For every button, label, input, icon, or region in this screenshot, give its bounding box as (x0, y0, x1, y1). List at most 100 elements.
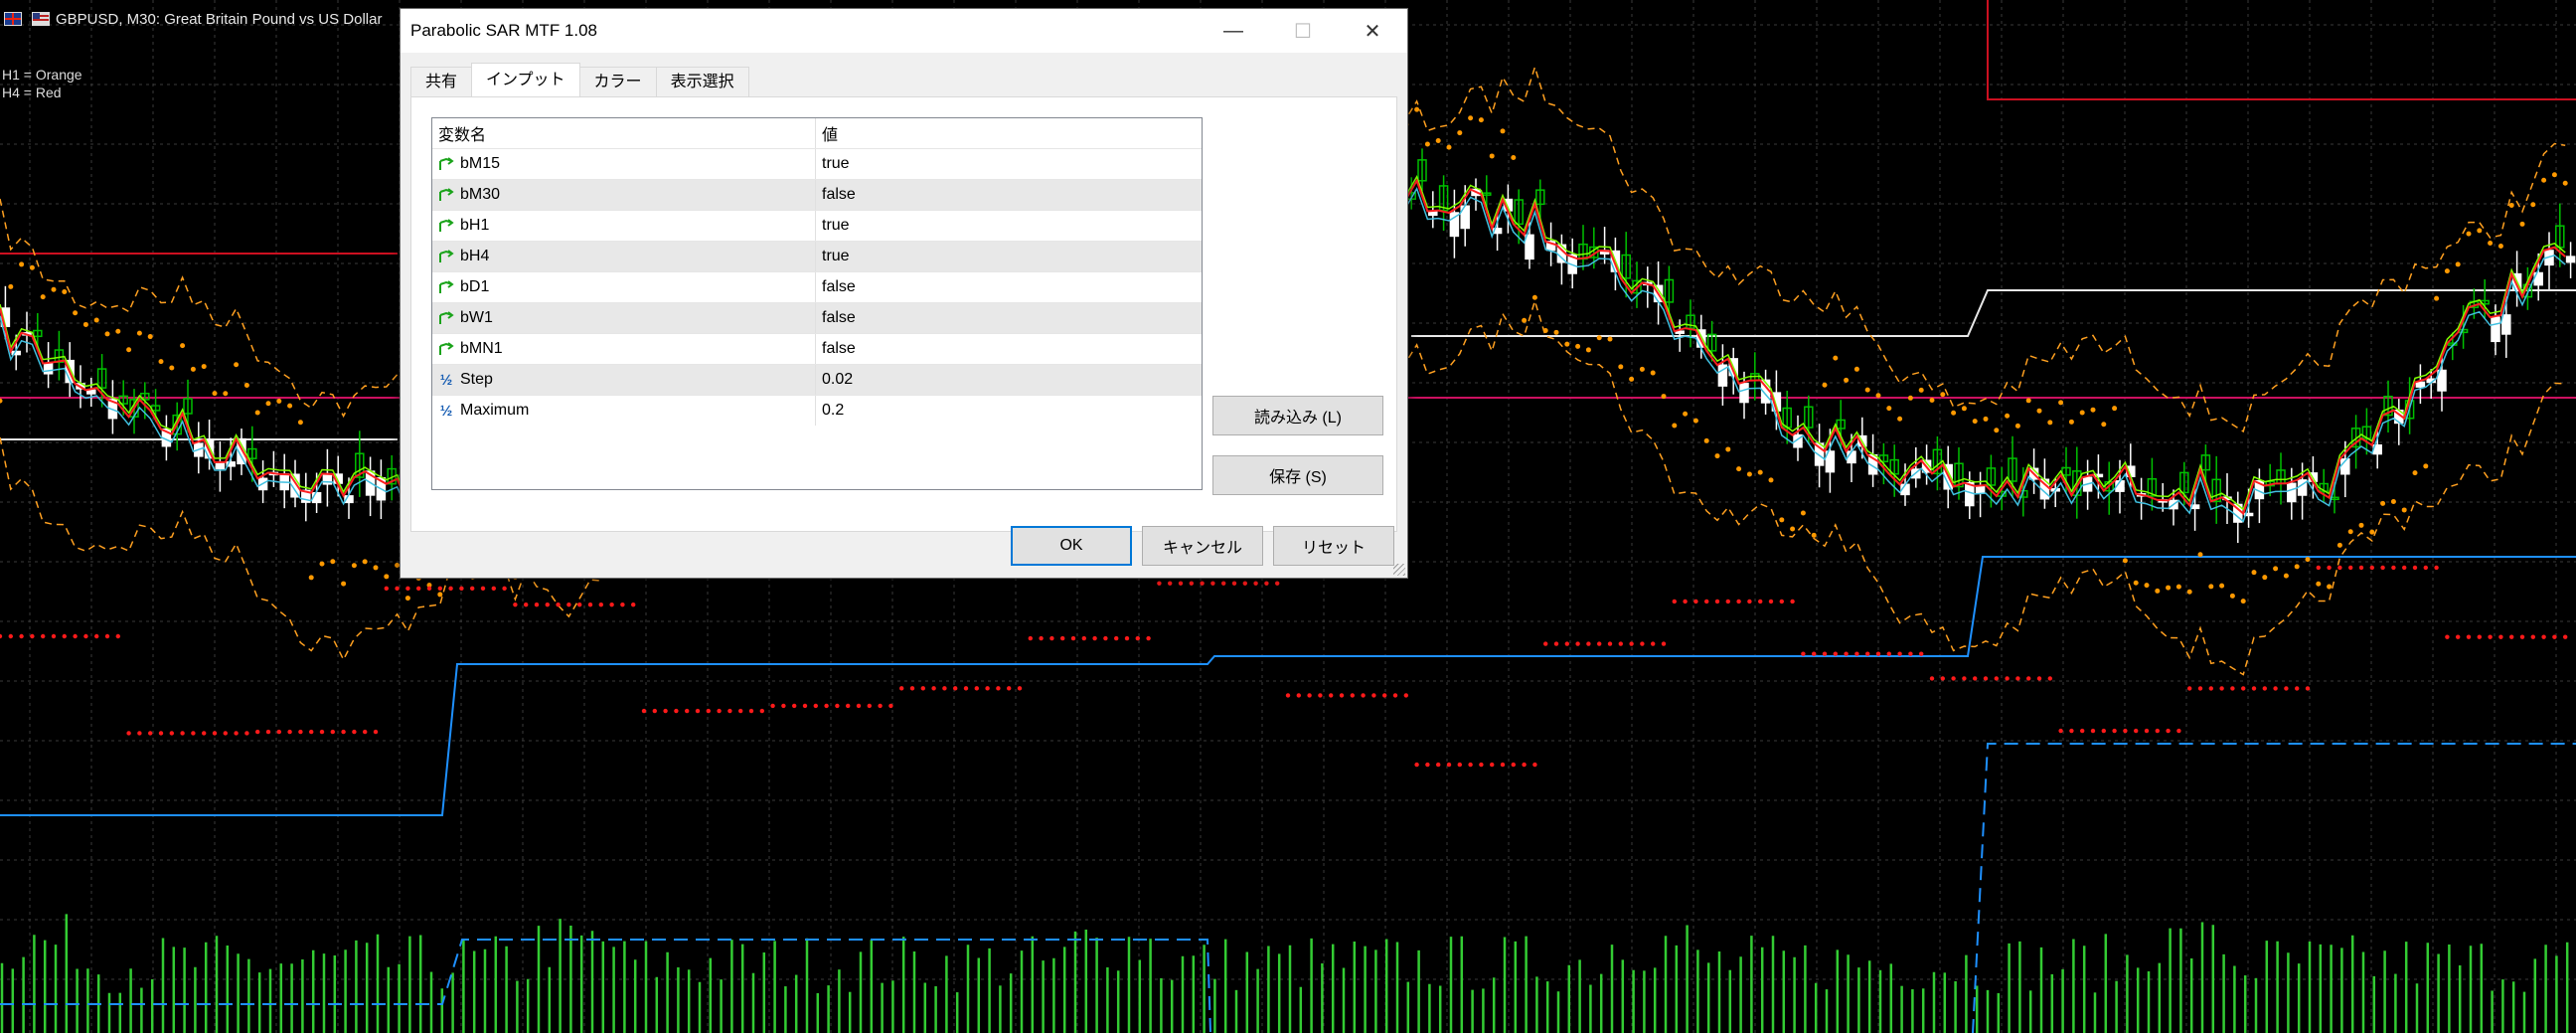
parameter-name-cell: ½ Maximum (432, 396, 816, 426)
sar-h1-dot (29, 264, 35, 270)
resize-grip-icon[interactable] (1393, 564, 1405, 576)
sar-h4-dot (953, 686, 958, 691)
sar-h1-dot (126, 347, 132, 353)
parameter-row[interactable]: ½ Step 0.02 (432, 364, 1202, 395)
parameter-row[interactable]: ½ Maximum 0.2 (432, 395, 1202, 426)
sar-h4-dot (706, 708, 711, 714)
sar-h1-dot (1736, 466, 1742, 472)
candle-body (1739, 383, 1749, 404)
load-button[interactable]: 読み込み (L) (1212, 396, 1383, 435)
sar-h4-dot (212, 731, 218, 736)
sar-h4-dot (470, 586, 475, 592)
parameter-value[interactable]: 0.2 (816, 396, 1202, 426)
parameter-row[interactable]: bM15 true (432, 148, 1202, 179)
sar-h4-dot (1833, 651, 1839, 656)
parameter-value[interactable]: false (816, 180, 1202, 210)
maximize-button[interactable]: ☐ (1268, 9, 1338, 53)
parameter-name: bH1 (460, 217, 490, 234)
sar-h1-dot (1650, 370, 1656, 376)
parameter-value[interactable]: false (816, 334, 1202, 364)
gbp-flag-icon (4, 12, 22, 26)
tab-visualization[interactable]: 表示選択 (655, 67, 749, 96)
sar-h4-dot (2552, 634, 2557, 639)
sar-h4-dot (2316, 565, 2321, 571)
sar-h1-dot (254, 410, 260, 416)
sar-h4-dot (2187, 686, 2192, 691)
sar-h4-dot (2219, 686, 2224, 691)
sar-h4-dot (685, 708, 690, 714)
sar-h1-dot (2519, 221, 2525, 227)
sar-h4-dot (202, 731, 207, 736)
parameter-name-cell: bH1 (432, 211, 816, 241)
parameter-value[interactable]: 0.02 (816, 365, 1202, 395)
sar-h4-dot (2498, 634, 2503, 639)
sar-h1-dot (1446, 144, 1452, 150)
parameter-row[interactable]: bD1 false (432, 271, 1202, 302)
sar-h4-dot (1307, 693, 1312, 698)
sar-h4-dot (1973, 676, 1978, 681)
sar-h1-dot (2551, 172, 2557, 178)
cancel-button[interactable]: キャンセル (1142, 526, 1263, 566)
sar-h1-dot (1822, 382, 1828, 388)
sar-h1-dot (2175, 584, 2181, 590)
tab-colors[interactable]: カラー (578, 67, 657, 96)
minimize-button[interactable]: — (1199, 9, 1268, 53)
parameter-row[interactable]: bW1 false (432, 302, 1202, 333)
parameter-value[interactable]: true (816, 211, 1202, 241)
arrow-icon (438, 340, 454, 358)
sar-h4-dot (2530, 634, 2535, 639)
sar-h4-dot (631, 602, 636, 607)
sar-h4-dot (363, 729, 368, 735)
sar-h1-dot (62, 289, 68, 295)
sar-h1-dot (1844, 377, 1850, 383)
sar-h4-dot (169, 731, 174, 736)
sar-h4-dot (1028, 635, 1034, 641)
parameter-row[interactable]: bH1 true (432, 210, 1202, 241)
parameter-row[interactable]: bH4 true (432, 241, 1202, 271)
sar-h1-dot (1478, 117, 1484, 123)
candle-body (2501, 314, 2511, 335)
sar-h1-dot (2079, 410, 2085, 416)
sar-h4-dot (1146, 635, 1151, 641)
ok-button[interactable]: OK (1011, 526, 1132, 566)
sar-h4-dot (695, 708, 701, 714)
sar-h4-dot (30, 633, 35, 639)
parameter-value[interactable]: false (816, 303, 1202, 333)
sar-h1-dot (2541, 177, 2547, 183)
parameter-value[interactable]: true (816, 242, 1202, 271)
sar-h1-dot (169, 365, 175, 371)
sar-h4-dot (2369, 565, 2374, 571)
sar-h1-dot (2294, 564, 2300, 570)
sar-h4-dot (244, 731, 249, 736)
sar-h4-dot (1758, 599, 1763, 604)
sar-h1-dot (1864, 387, 1870, 393)
sar-h4-dot (2112, 728, 2117, 734)
tab-common[interactable]: 共有 (410, 67, 473, 96)
sar-h4-dot (792, 703, 797, 709)
sar-h1-dot (330, 559, 336, 565)
save-button[interactable]: 保存 (S) (1212, 455, 1383, 495)
sar-h1-dot (234, 362, 240, 368)
parameter-row[interactable]: bM30 false (432, 179, 1202, 210)
tab-inputs[interactable]: インプット (471, 63, 580, 96)
sar-h4-dot (1779, 599, 1785, 604)
close-button[interactable]: ✕ (1338, 9, 1407, 53)
inputs-panel: 変数名 値 bM15 true bM30 false bH1 true bH4 true bD1… (410, 96, 1397, 532)
sar-h4-dot (1704, 599, 1709, 604)
parameter-value[interactable]: false (816, 272, 1202, 302)
sar-h1-dot (2273, 566, 2279, 572)
sar-h4-dot (1382, 693, 1387, 698)
parameter-row[interactable]: bMN1 false (432, 333, 1202, 364)
reset-button[interactable]: リセット (1273, 526, 1394, 566)
white-level-line (1411, 289, 2576, 337)
sar-h4-dot (867, 703, 872, 709)
parameter-value[interactable]: true (816, 149, 1202, 179)
sar-h4-dot (180, 731, 185, 736)
parameter-name-cell: bMN1 (432, 334, 816, 364)
dialog-titlebar[interactable]: Parabolic SAR MTF 1.08 — ☐ ✕ (401, 9, 1407, 53)
sar-h4-dot (835, 703, 840, 709)
sar-h1-dot (2101, 422, 2107, 428)
sar-h4-dot (2402, 565, 2407, 571)
sar-h1-dot (297, 420, 303, 426)
sar-h1-dot (2036, 408, 2042, 414)
